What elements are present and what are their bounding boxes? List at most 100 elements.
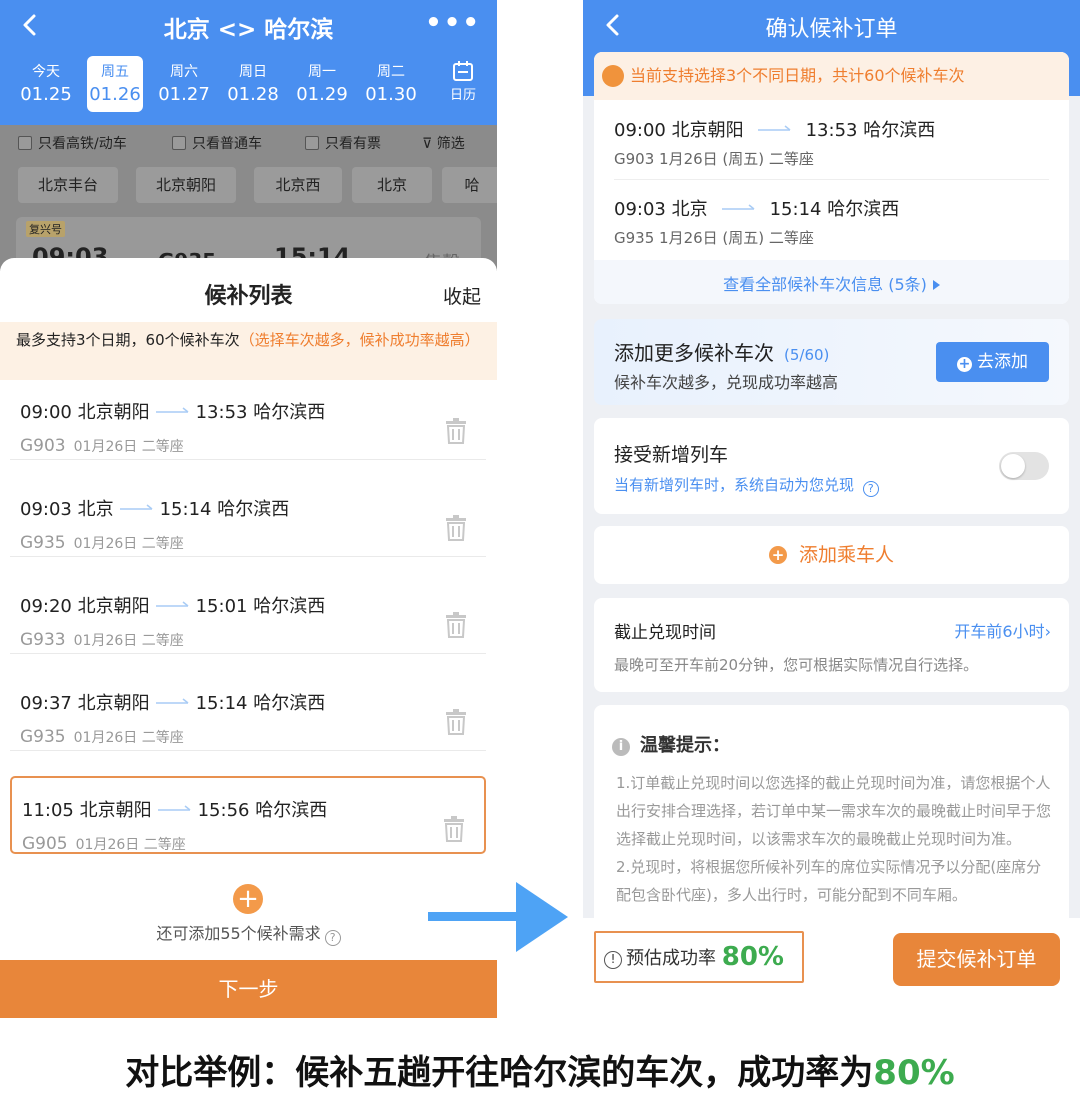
depart-station: 北京朝阳 (77, 596, 150, 617)
page-title: 确认候补订单 (765, 17, 898, 42)
tips-card: i 温馨提示： 1.订单截止兑现时间以您选择的截止兑现时间为准，请您根据个人出行安… (594, 705, 1069, 935)
add-more-count: (5/60) (784, 346, 830, 364)
date-tab[interactable]: 周六 01.27 (156, 56, 212, 112)
filter-high-speed[interactable]: 只看高铁/动车 (18, 133, 127, 153)
submit-order-button[interactable]: 提交候补订单 (893, 933, 1060, 986)
depart-time: 11:05 (22, 800, 74, 821)
station-tab[interactable]: 北京朝阳 (136, 167, 236, 203)
date-tab[interactable]: 周二 01.30 (363, 56, 419, 112)
item-route: 09:00 北京朝阳 13:53 哈尔滨西 (20, 398, 325, 424)
date-tab-selected[interactable]: 周五 01.26 (87, 56, 143, 112)
add-more-subtitle: 候补车次越多，兑现成功率越高 (614, 373, 839, 392)
date-tab[interactable]: 周日 01.28 (225, 56, 281, 112)
go-add-button[interactable]: + 去添加 (936, 342, 1049, 382)
alert-text: 当前支持选择3个不同日期，共计60个候补车次 (630, 66, 965, 85)
waitlist-item-selected[interactable]: 11:05 北京朝阳 15:56 哈尔滨西 G905 01月26日 二等座 (10, 776, 486, 854)
route-title: 北京 <> 哈尔滨 (163, 17, 334, 43)
arrive-station: 哈尔滨西 (253, 693, 326, 714)
plus-icon: + (957, 356, 972, 372)
divider (614, 179, 1049, 180)
travel-date: 01月26日 (73, 633, 138, 649)
item-route: 09:37 北京朝阳 15:14 哈尔滨西 (20, 689, 325, 715)
trash-icon[interactable] (444, 418, 468, 444)
waitlist-item[interactable]: 09:00 北京朝阳 13:53 哈尔滨西 G903 01月26日 二等座 (10, 380, 486, 460)
arrive-time: 13:53 (805, 120, 858, 141)
train-detail: G935 1月26日 (周五) 二等座 (614, 229, 814, 247)
calendar-button[interactable]: 日历 (438, 60, 488, 103)
arrive-time: 15:14 (195, 693, 248, 714)
comparison-caption: 对比举例：候补五趟开往哈尔滨的车次，成功率为80% (0, 1018, 1080, 1118)
trash-icon[interactable] (444, 515, 468, 541)
deadline-value[interactable]: 开车前6小时› (954, 618, 1051, 642)
add-more-title-text: 添加更多候补车次 (614, 341, 774, 365)
station-tab[interactable]: 北京西 (254, 167, 342, 203)
arrow-right-icon (155, 601, 189, 607)
trash-icon[interactable] (444, 612, 468, 638)
trash-icon[interactable] (442, 816, 466, 842)
station-tab[interactable]: 北京丰台 (18, 167, 118, 203)
date-value: 01.30 (365, 84, 417, 105)
view-all-text: 查看全部候补车次信息 (5条) (723, 275, 927, 294)
station-tabs: 北京丰台 北京朝阳 北京西 北京 哈 (0, 161, 497, 211)
date-limit-alert: 当前支持选择3个不同日期，共计60个候补车次 (594, 52, 1069, 100)
item-detail: G905 01月26日 二等座 (22, 834, 186, 854)
more-options-icon[interactable]: ••• (425, 8, 481, 38)
waitlist-item[interactable]: 09:20 北京朝阳 15:01 哈尔滨西 G933 01月26日 二等座 (10, 574, 486, 654)
question-icon[interactable]: ? (324, 930, 341, 946)
date-weekday: 周一 (308, 64, 336, 80)
right-screenshot: 确认候补订单 当前支持选择3个不同日期，共计60个候补车次 09:00 北京朝阳… (583, 0, 1080, 1018)
depart-station: 北京朝阳 (77, 693, 150, 714)
accept-new-subtitle: 当有新增列车时，系统自动为您兑现 ? (614, 474, 879, 497)
station-tab[interactable]: 北京 (352, 167, 432, 203)
train-tag: 复兴号 (26, 221, 65, 237)
next-step-button[interactable]: 下一步 (0, 960, 497, 1018)
waitlist-item[interactable]: 09:03 北京 15:14 哈尔滨西 G935 01月26日 二等座 (10, 477, 486, 557)
waitlist-item[interactable]: 09:37 北京朝阳 15:14 哈尔滨西 G935 01月26日 二等座 (10, 671, 486, 751)
question-icon[interactable]: ? (862, 481, 879, 497)
trash-icon[interactable] (444, 709, 468, 735)
station-tab[interactable]: 哈 (442, 167, 497, 203)
depart-station: 北京朝阳 (671, 120, 744, 141)
arrow-right-icon (157, 805, 191, 811)
filter-bar: 只看高铁/动车 只看普通车 只看有票 ⊽ 筛选 (0, 125, 497, 161)
filter-label: 筛选 (436, 136, 465, 152)
arrow-right-icon (155, 698, 189, 704)
checkbox-icon (18, 136, 32, 150)
accept-new-toggle[interactable] (999, 452, 1049, 480)
notice-highlight: （选择车次越多，候补成功率越高） (239, 331, 480, 349)
filter-button[interactable]: ⊽ 筛选 (422, 133, 465, 153)
tips-title-text: 温馨提示： (640, 735, 730, 756)
train-code: G935 (20, 727, 66, 747)
waitlist-sheet: 候补列表 收起 最多支持3个日期，60个候补车次（选择车次越多，候补成功率越高）… (0, 258, 497, 1018)
depart-time: 09:03 (20, 499, 72, 520)
arrive-time: 15:01 (195, 596, 248, 617)
view-all-link[interactable]: 查看全部候补车次信息 (5条) (594, 271, 1069, 295)
collapse-button[interactable]: 收起 (443, 282, 481, 309)
exclamation-icon[interactable]: ! (604, 951, 622, 969)
travel-date: 01月26日 (73, 536, 138, 552)
bottom-bar: ! 预估成功率 80% 提交候补订单 (583, 918, 1080, 1018)
date-value: 01.27 (158, 84, 210, 105)
date-weekday: 周二 (377, 64, 405, 80)
filter-available[interactable]: 只看有票 (305, 133, 381, 153)
sheet-notice: 最多支持3个日期，60个候补车次（选择车次越多，候补成功率越高） (0, 322, 497, 380)
date-tab[interactable]: 今天 01.25 (18, 56, 74, 112)
deadline-card[interactable]: 截止兑现时间 开车前6小时› 最晚可至开车前20分钟，您可根据实际情况自行选择。 (594, 598, 1069, 692)
add-more-card: 添加更多候补车次 (5/60) 候补车次越多，兑现成功率越高 + 去添加 (594, 319, 1069, 405)
filter-normal[interactable]: 只看普通车 (172, 133, 262, 153)
add-passenger-button[interactable]: + 添加乘车人 (594, 526, 1069, 584)
tips-title: i 温馨提示： (612, 731, 730, 757)
date-weekday: 周五 (101, 64, 129, 80)
date-weekday: 今天 (32, 64, 60, 80)
depart-time: 09:03 (614, 199, 666, 220)
filter-label: 只看有票 (325, 136, 381, 152)
selected-trains-card: 当前支持选择3个不同日期，共计60个候补车次 09:00 北京朝阳 13:53 哈… (594, 52, 1069, 304)
travel-date: 01月26日 (73, 439, 138, 455)
train-route: 09:03 北京 15:14 哈尔滨西 (614, 195, 899, 221)
info-icon: i (612, 738, 630, 756)
notice-main: 最多支持3个日期，60个候补车次 (16, 331, 240, 349)
arrive-station: 哈尔滨西 (253, 596, 326, 617)
success-rate-box: ! 预估成功率 80% (594, 931, 804, 983)
add-demand-button[interactable]: + (233, 884, 263, 914)
date-tab[interactable]: 周一 01.29 (294, 56, 350, 112)
